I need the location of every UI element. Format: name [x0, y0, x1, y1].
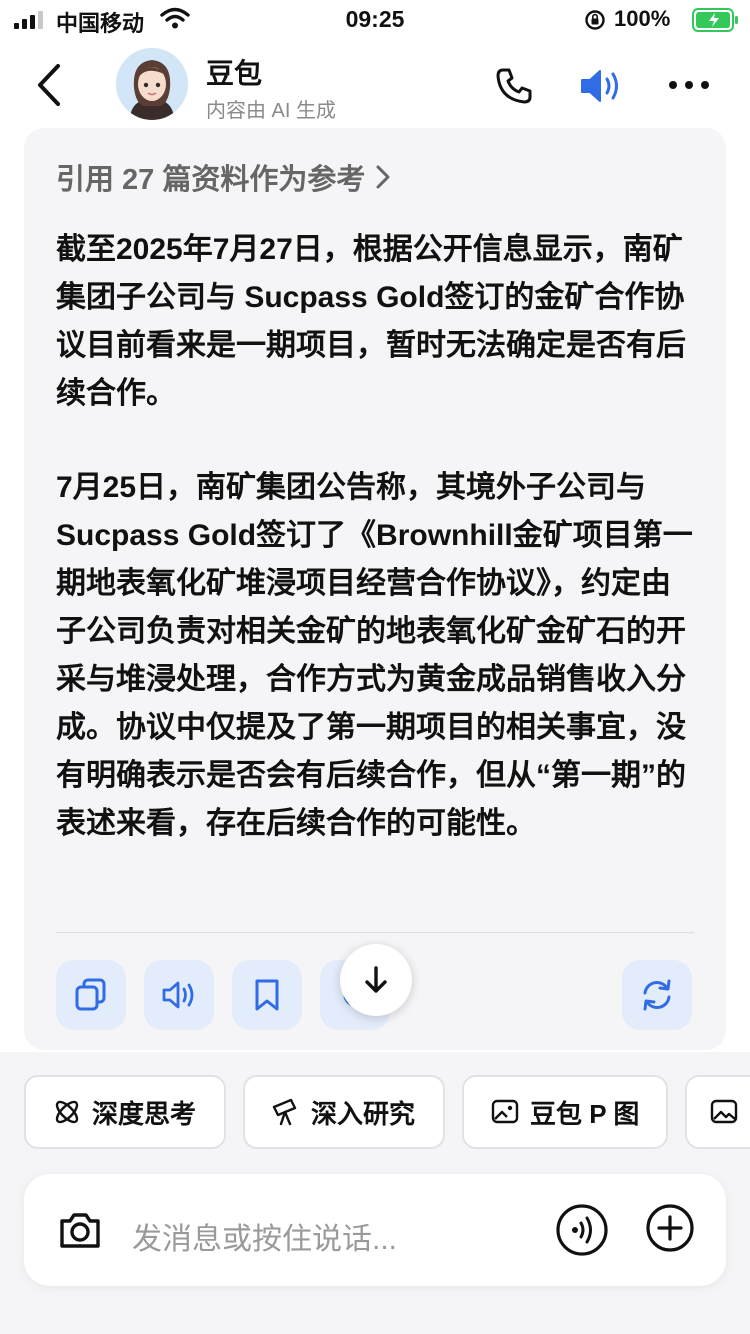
regenerate-button[interactable] — [622, 960, 692, 1030]
chevron-right-icon — [376, 165, 390, 189]
battery-percent: 100% — [614, 6, 671, 31]
read-aloud-button[interactable] — [144, 960, 214, 1030]
arrow-down-icon — [365, 966, 387, 993]
message-paragraph: 7月25日，南矿集团公告称，其境外子公司与 Sucpass Gold签订了《Br… — [56, 471, 693, 840]
shortcut-image[interactable] — [685, 1075, 750, 1149]
regenerate-icon — [643, 979, 671, 1011]
shortcut-deep-research[interactable]: 深入研究 — [243, 1075, 445, 1149]
ai-message-card: 引用 27 篇资料作为参考 截至2025年7月27日，根据公开信息显示，南矿集团… — [24, 128, 726, 1050]
scroll-to-bottom-button[interactable] — [340, 944, 412, 1016]
shortcut-deep-thinking[interactable]: 深度思考 — [24, 1075, 226, 1149]
bot-name: 豆包 — [206, 58, 263, 89]
shortcut-label: 深度思考 — [92, 1098, 197, 1129]
more-icon[interactable] — [666, 78, 712, 92]
bookmark-icon — [255, 979, 279, 1011]
message-input[interactable]: 发消息或按住说话... — [132, 1214, 397, 1258]
rotation-lock-icon — [585, 10, 605, 30]
image-icon — [710, 1099, 738, 1124]
copy-button[interactable] — [56, 960, 126, 1030]
camera-icon[interactable] — [56, 1206, 104, 1254]
speaker-icon — [162, 981, 194, 1009]
shortcut-label: 深入研究 — [311, 1098, 416, 1129]
shortcut-image-edit[interactable]: 豆包 P 图 — [462, 1075, 668, 1149]
bookmark-button[interactable] — [232, 960, 302, 1030]
plus-icon[interactable] — [644, 1202, 696, 1254]
shortcut-label: 豆包 P 图 — [530, 1098, 640, 1129]
avatar[interactable] — [116, 48, 188, 120]
battery-icon — [692, 8, 738, 32]
atom-icon — [55, 1100, 79, 1124]
divider — [56, 932, 694, 933]
voice-input-icon[interactable] — [554, 1202, 610, 1258]
citation-link[interactable]: 引用 27 篇资料作为参考 — [56, 156, 391, 198]
message-paragraph: 截至2025年7月27日，根据公开信息显示，南矿集团子公司与 Sucpass G… — [56, 233, 686, 410]
chat-header: 豆包 内容由 AI 生成 — [0, 40, 750, 130]
message-input-bar: 发消息或按住说话... — [24, 1174, 726, 1286]
status-bar: 中国移动 09:25 100% — [0, 0, 750, 40]
telescope-icon — [272, 1098, 297, 1126]
image-edit-icon — [491, 1099, 519, 1124]
copy-icon — [75, 978, 106, 1011]
ai-generated-label: 内容由 AI 生成 — [206, 100, 337, 122]
avatar-image — [116, 48, 188, 120]
phone-icon[interactable] — [494, 66, 534, 106]
citation-label: 引用 27 篇资料作为参考 — [56, 164, 366, 196]
speaker-icon[interactable] — [578, 66, 626, 106]
back-arrow-icon[interactable] — [30, 62, 66, 108]
